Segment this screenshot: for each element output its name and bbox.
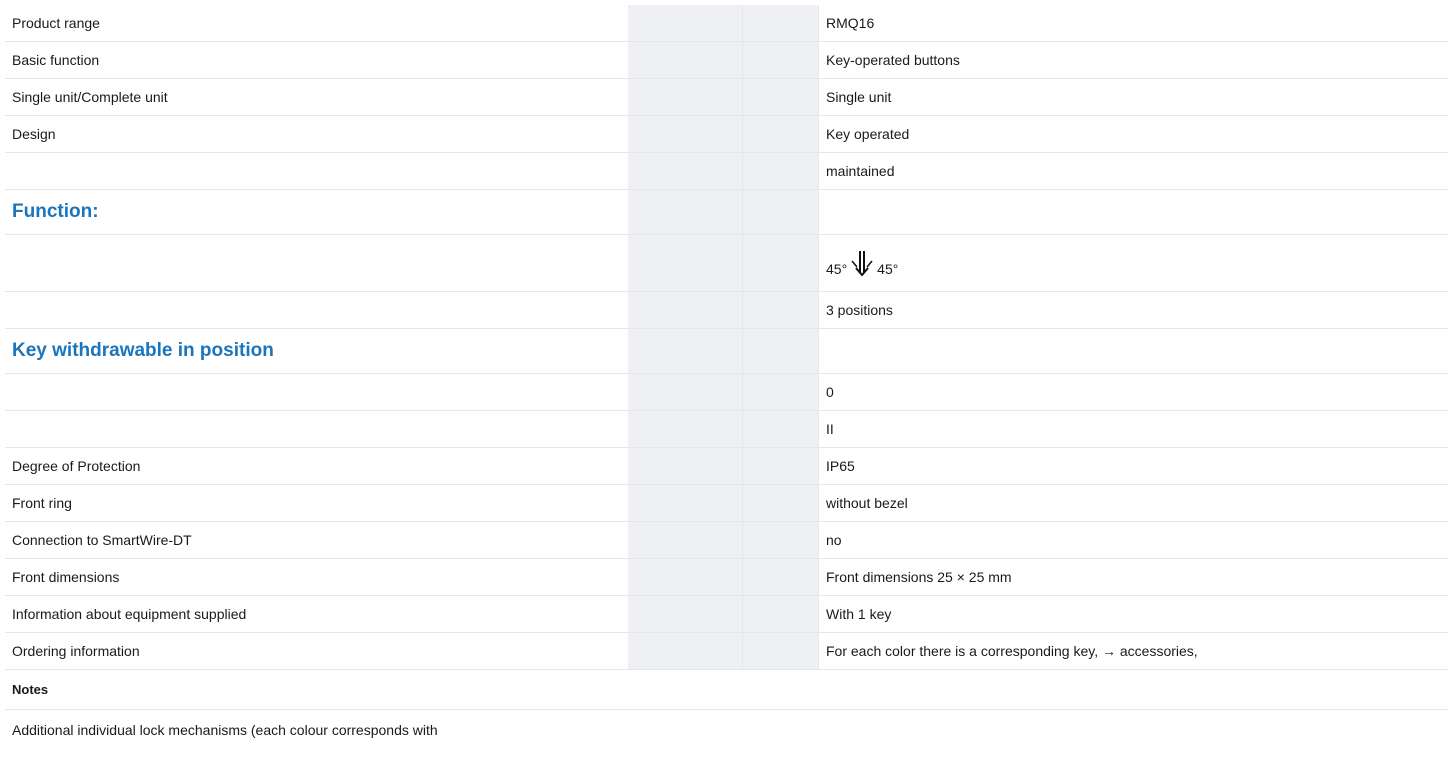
spacer-cell — [742, 559, 818, 595]
spacer-cell — [742, 411, 818, 447]
spacer-cell — [742, 596, 818, 632]
row-value: Key operated — [818, 116, 1448, 152]
row-value: For each color there is a corresponding … — [818, 633, 1448, 669]
spacer-cell — [628, 596, 742, 632]
row-label: Basic function — [12, 52, 100, 68]
table-row: Ordering information For each color ther… — [5, 633, 1448, 670]
section-heading-function: Function: — [12, 201, 99, 222]
spacer-cell — [742, 292, 818, 328]
section-row: Key withdrawable in position — [5, 329, 1448, 374]
spec-table: Product range RMQ16 Basic function Key-o… — [5, 5, 1448, 750]
spacer-cell — [628, 448, 742, 484]
table-row: Product range RMQ16 — [5, 5, 1448, 42]
spacer-cell — [628, 374, 742, 410]
row-label: Single unit/Complete unit — [12, 89, 168, 105]
row-label: Design — [12, 126, 56, 142]
row-label: Front dimensions — [12, 569, 120, 585]
spacer-cell — [628, 42, 742, 78]
row-label: Product range — [12, 15, 100, 31]
table-row: Single unit/Complete unit Single unit — [5, 79, 1448, 116]
spacer-cell — [628, 411, 742, 447]
table-row: 0 — [5, 374, 1448, 411]
spacer-cell — [628, 79, 742, 115]
spacer-cell — [742, 633, 818, 669]
table-row: 45° 45° — [5, 235, 1448, 292]
spacer-cell — [628, 5, 742, 41]
section-heading-key-withdrawable: Key withdrawable in position — [12, 340, 274, 361]
spacer-cell — [628, 116, 742, 152]
table-row: Information about equipment supplied Wit… — [5, 596, 1448, 633]
row-value — [818, 190, 1448, 234]
spacer-cell — [628, 329, 742, 373]
angle-left-label: 45° — [826, 261, 848, 277]
table-row: II — [5, 411, 1448, 448]
row-label: Ordering information — [12, 643, 140, 659]
table-row: Front dimensions Front dimensions 25 × 2… — [5, 559, 1448, 596]
table-row: Design Key operated — [5, 116, 1448, 153]
spacer-cell — [628, 153, 742, 189]
row-label — [5, 374, 628, 410]
row-value — [818, 329, 1448, 373]
spacer-cell — [628, 522, 742, 558]
spacer-cell — [742, 42, 818, 78]
spacer-cell — [628, 633, 742, 669]
spacer-cell — [742, 190, 818, 234]
table-row: Connection to SmartWire-DT no — [5, 522, 1448, 559]
table-row: 3 positions — [5, 292, 1448, 329]
spacer-cell — [742, 79, 818, 115]
row-label — [5, 292, 628, 328]
table-row: Degree of Protection IP65 — [5, 448, 1448, 485]
spacer-cell — [628, 559, 742, 595]
row-label — [5, 411, 628, 447]
row-label: Information about equipment supplied — [12, 606, 247, 622]
row-value: maintained — [818, 153, 1448, 189]
notes-text: Additional individual lock mechanisms (e… — [12, 722, 438, 738]
spacer-cell — [742, 153, 818, 189]
row-value: without bezel — [818, 485, 1448, 521]
table-row: maintained — [5, 153, 1448, 190]
row-value: no — [818, 522, 1448, 558]
row-value: Front dimensions 25 × 25 mm — [818, 559, 1448, 595]
spacer-cell — [742, 116, 818, 152]
spacer-cell — [628, 485, 742, 521]
spacer-cell — [628, 235, 742, 291]
row-label — [5, 153, 628, 189]
key-switch-arrows-icon — [851, 251, 873, 276]
row-value: RMQ16 — [818, 5, 1448, 41]
row-value: Key-operated buttons — [818, 42, 1448, 78]
row-label: Connection to SmartWire-DT — [12, 532, 192, 548]
section-row: Function: — [5, 190, 1448, 235]
spacer-cell — [742, 374, 818, 410]
spacer-cell — [742, 5, 818, 41]
row-value: 3 positions — [818, 292, 1448, 328]
row-value-symbol: 45° 45° — [818, 235, 1448, 291]
switch-function-symbol: 45° 45° — [826, 244, 898, 282]
table-row: Front ring without bezel — [5, 485, 1448, 522]
spacer-cell — [742, 235, 818, 291]
spacer-cell — [742, 329, 818, 373]
row-value: Single unit — [818, 79, 1448, 115]
row-value: II — [818, 411, 1448, 447]
spacer-cell — [742, 485, 818, 521]
row-label: Front ring — [12, 495, 72, 511]
angle-right-label: 45° — [877, 261, 899, 277]
table-row: Basic function Key-operated buttons — [5, 42, 1448, 79]
row-label — [5, 235, 628, 291]
spacer-cell — [742, 522, 818, 558]
row-value: IP65 — [818, 448, 1448, 484]
row-value: With 1 key — [818, 596, 1448, 632]
spacer-cell — [742, 448, 818, 484]
row-label: Degree of Protection — [12, 458, 141, 474]
spacer-cell — [628, 190, 742, 234]
spacer-cell — [628, 292, 742, 328]
notes-heading: Notes — [5, 670, 1448, 710]
row-value: 0 — [818, 374, 1448, 410]
